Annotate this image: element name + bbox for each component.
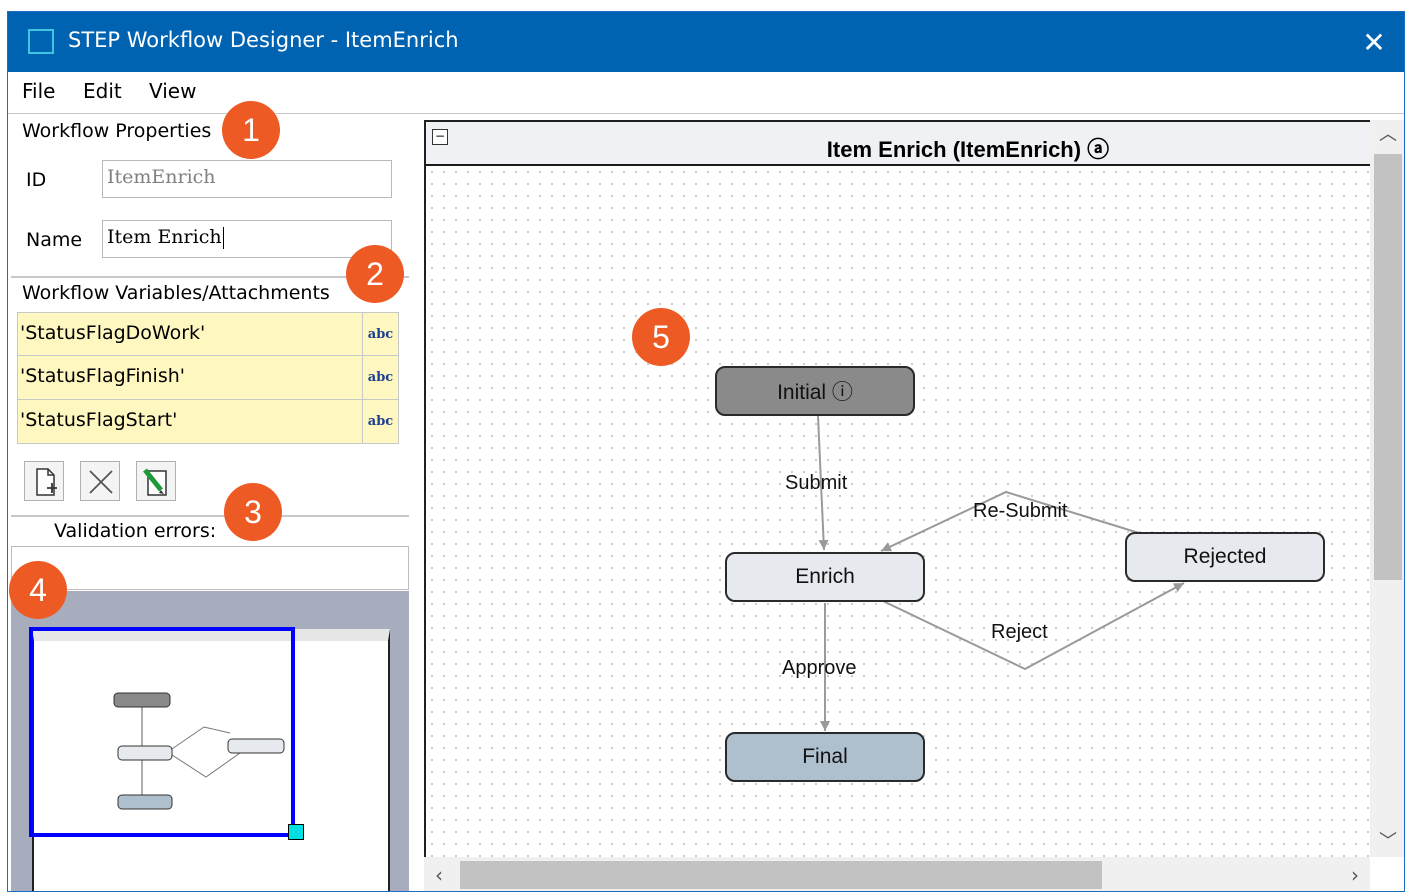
validation-errors-box: [11, 546, 409, 590]
variable-name: 'StatusFlagDoWork': [20, 322, 206, 344]
close-button[interactable]: ✕: [1344, 12, 1404, 72]
scroll-right-icon[interactable]: ›: [1340, 857, 1370, 891]
new-variable-icon: [36, 468, 57, 496]
workflow-title: Item Enrich (ItemEnrich) ⓐ: [826, 137, 1110, 162]
menu-view[interactable]: View: [149, 79, 196, 103]
workflow-properties-heading: Workflow Properties: [22, 120, 212, 142]
horizontal-scroll-thumb[interactable]: [460, 861, 1102, 889]
callout-3: 3: [224, 483, 282, 541]
diagram-panel: − Item Enrich (ItemEnrich) ⓐ Initial ⓘ E…: [424, 120, 1404, 891]
variable-row[interactable]: 'StatusFlagDoWork' abc: [17, 312, 399, 356]
title-bar: STEP Workflow Designer - ItemEnrich ✕: [8, 12, 1404, 72]
variables-table: 'StatusFlagDoWork' abc 'StatusFlagFinish…: [17, 312, 399, 444]
id-field[interactable]: ItemEnrich: [102, 160, 392, 198]
label-reject[interactable]: Reject: [991, 621, 1048, 644]
text-type-icon: abc: [362, 313, 398, 356]
variable-row[interactable]: 'StatusFlagFinish' abc: [17, 356, 399, 400]
variable-name: 'StatusFlagStart': [20, 409, 178, 431]
canvas-header: − Item Enrich (ItemEnrich) ⓐ: [426, 122, 1370, 166]
state-initial[interactable]: Initial ⓘ: [715, 366, 915, 416]
callout-5: 5: [632, 308, 690, 366]
scroll-up-icon[interactable]: ︿: [1370, 120, 1404, 150]
text-cursor: [222, 227, 224, 249]
callout-2: 2: [346, 245, 404, 303]
vertical-scrollbar[interactable]: ︿ ﹀: [1370, 120, 1404, 857]
text-type-icon: abc: [362, 400, 398, 443]
menu-bar: File Edit View: [8, 72, 1404, 114]
callout-1: 1: [222, 101, 280, 159]
workflow-canvas[interactable]: Initial ⓘ Enrich Rejected Final Submit R…: [426, 166, 1370, 859]
new-variable-button[interactable]: [24, 461, 64, 501]
state-final[interactable]: Final: [725, 732, 925, 782]
edit-variable-button[interactable]: [136, 461, 176, 501]
workflow-designer-window: STEP Workflow Designer - ItemEnrich ✕ Fi…: [7, 11, 1405, 892]
state-enrich[interactable]: Enrich: [725, 552, 925, 602]
variable-row[interactable]: 'StatusFlagStart' abc: [17, 400, 399, 444]
callout-4: 4: [9, 561, 67, 619]
viewport-resize-handle[interactable]: [288, 824, 304, 840]
app-window-icon: [28, 29, 54, 54]
variables-heading: Workflow Variables/Attachments: [22, 282, 330, 304]
name-label: Name: [26, 229, 83, 251]
name-field-value: Item Enrich: [107, 226, 222, 248]
validation-errors-label: Validation errors:: [54, 520, 217, 542]
label-submit[interactable]: Submit: [785, 472, 847, 495]
text-type-icon: abc: [362, 356, 398, 399]
left-panel: Workflow Properties ID ItemEnrich Name I…: [8, 114, 410, 891]
name-field[interactable]: Item Enrich: [102, 220, 392, 258]
edit-variable-icon: [143, 468, 167, 496]
variable-name: 'StatusFlagFinish': [20, 365, 185, 387]
overview-minimap[interactable]: [11, 591, 409, 891]
id-label: ID: [26, 169, 47, 191]
scroll-down-icon[interactable]: ﹀: [1370, 827, 1404, 857]
canvas-frame: − Item Enrich (ItemEnrich) ⓐ Initial ⓘ E…: [424, 120, 1370, 891]
section-divider: [11, 515, 409, 517]
vertical-scroll-thumb[interactable]: [1374, 154, 1402, 580]
label-approve[interactable]: Approve: [782, 657, 857, 680]
horizontal-scrollbar[interactable]: ‹ ›: [424, 857, 1370, 891]
delete-variable-icon: [89, 470, 113, 494]
menu-file[interactable]: File: [22, 79, 55, 103]
delete-variable-button[interactable]: [80, 461, 120, 501]
label-resubmit[interactable]: Re-Submit: [973, 500, 1067, 523]
window-title: STEP Workflow Designer - ItemEnrich: [68, 28, 459, 52]
overview-viewport[interactable]: [29, 627, 295, 837]
state-rejected[interactable]: Rejected: [1125, 532, 1325, 582]
menu-edit[interactable]: Edit: [83, 79, 122, 103]
scroll-left-icon[interactable]: ‹: [424, 857, 454, 891]
